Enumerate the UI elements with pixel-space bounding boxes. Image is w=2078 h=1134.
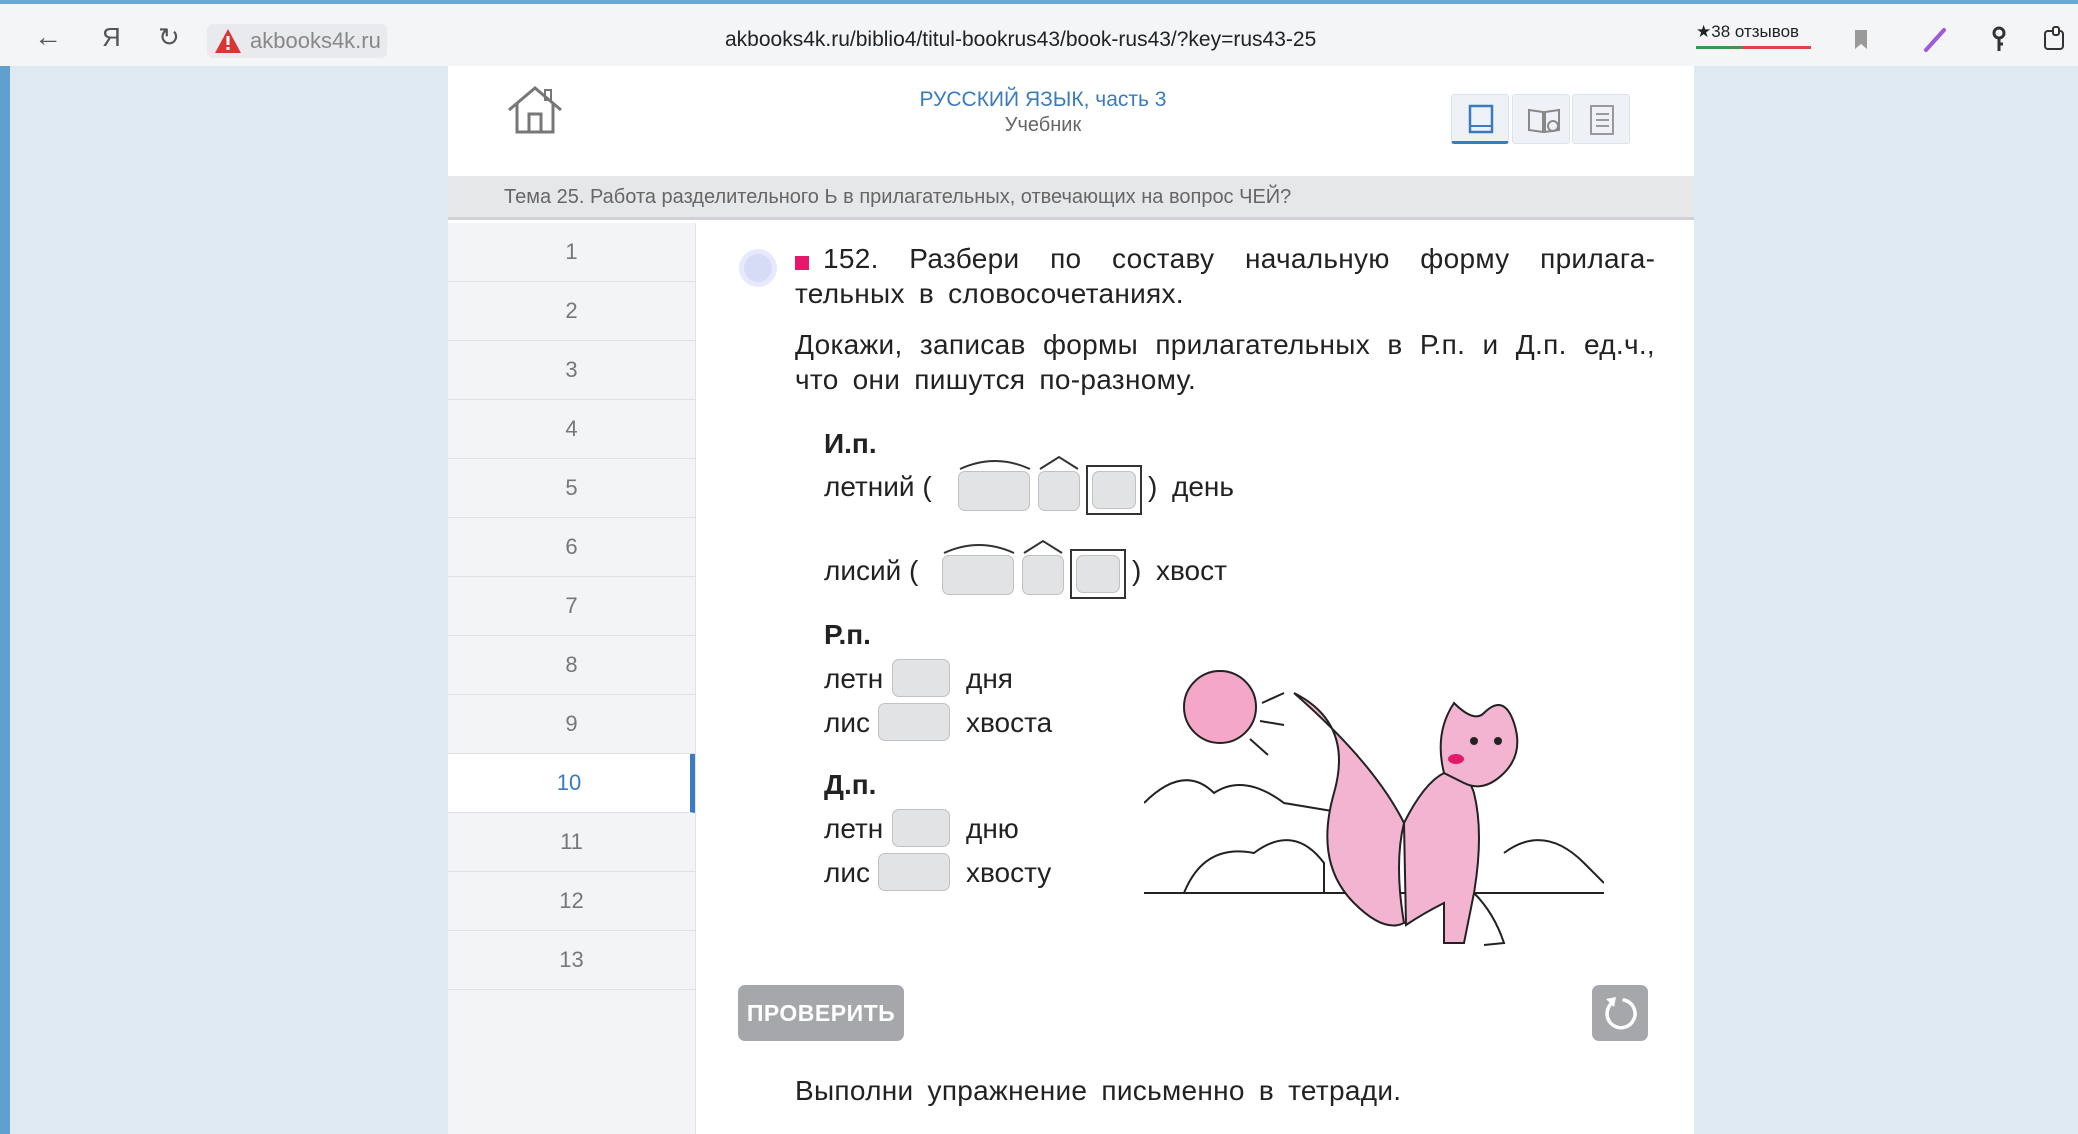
book-title-block: РУССКИЙ ЯЗЫК, часть 3 Учебник: [843, 88, 1243, 137]
completion-circle: [739, 249, 777, 287]
bookmark-icon[interactable]: [1846, 24, 1876, 54]
reviews-rating-bar: [1696, 46, 1811, 49]
gen-row2-noun: хвоста: [966, 707, 1053, 738]
nom-row1-word: летний (: [824, 471, 932, 502]
sidebar-item-1[interactable]: 1: [448, 223, 695, 282]
nom-row1-suffix-input[interactable]: [1038, 471, 1080, 511]
nom-row2-noun: хвост: [1156, 555, 1227, 586]
fox-illustration: [1144, 670, 1604, 946]
warning-icon: [215, 29, 241, 53]
reviews-badge[interactable]: ★38 отзывов: [1696, 22, 1799, 42]
nom-row2-close: ): [1132, 555, 1142, 586]
gen-row1-stem: летн: [824, 663, 884, 694]
sidebar-item-3[interactable]: 3: [448, 341, 695, 400]
sidebar-item-9[interactable]: 9: [448, 695, 695, 754]
nom-row2-word: лисий (: [824, 555, 919, 586]
dat-row2-noun: хвосту: [966, 857, 1052, 888]
site-name[interactable]: akbooks4k.ru: [250, 28, 381, 54]
sidebar-item-5[interactable]: 5: [448, 459, 695, 518]
exercise-sidebar: 1 2 3 4 5 6 7 8 9 10 11 12 13: [448, 223, 696, 1134]
root-arc-icon: [943, 544, 1015, 554]
nom-row2-root-input[interactable]: [942, 555, 1014, 595]
nom-row1-close: ): [1148, 471, 1158, 502]
extension-icon[interactable]: [2040, 24, 2070, 54]
task-text-1: 152. Разбери по составу начальную форму …: [795, 243, 1655, 309]
book-view-icon: [1528, 108, 1560, 134]
nominative-label: И.п.: [824, 428, 877, 459]
sidebar-item-6[interactable]: 6: [448, 518, 695, 577]
page-view-button[interactable]: [1451, 94, 1509, 144]
sidebar-item-13[interactable]: 13: [448, 931, 695, 990]
nom-row1-ending-input[interactable]: [1092, 471, 1136, 509]
check-button[interactable]: ПРОВЕРИТЬ: [738, 985, 904, 1041]
dat-row2-stem: лис: [824, 857, 870, 888]
gen-row1-ending-input[interactable]: [892, 659, 950, 697]
book-panel: РУССКИЙ ЯЗЫК, часть 3 Учебник Тема 25. Р…: [448, 66, 1694, 1134]
dat-row1-noun: дню: [966, 813, 1019, 844]
back-icon[interactable]: ←: [34, 22, 62, 52]
sidebar-item-4[interactable]: 4: [448, 400, 695, 459]
home-icon[interactable]: [505, 82, 565, 138]
page-view-icon: [1468, 104, 1494, 134]
genitive-label: Р.п.: [824, 619, 871, 650]
reset-icon: [1605, 997, 1637, 1030]
dat-row2-ending-input[interactable]: [878, 853, 950, 891]
gen-row1-noun: дня: [966, 663, 1013, 694]
dat-row1-stem: летн: [824, 813, 884, 844]
pen-icon[interactable]: [1920, 24, 1950, 54]
nom-row1-noun: день: [1172, 471, 1234, 502]
address-bar[interactable]: akbooks4k.ru/biblio4/titul-bookrus43/boo…: [725, 28, 1316, 52]
key-icon[interactable]: [1984, 24, 2014, 54]
topic-title: Тема 25. Работа разделительного Ь в прил…: [504, 186, 1292, 208]
suffix-mark-icon: [1039, 455, 1079, 470]
footer-instruction: Выполни упражнение письменно в тетради.: [795, 1075, 1402, 1106]
task-text-2: Докажи, записав формы прилагательных в Р…: [795, 329, 1655, 395]
contents-view-button[interactable]: [1572, 94, 1630, 144]
book-title[interactable]: РУССКИЙ ЯЗЫК, часть 3: [843, 88, 1243, 112]
dative-label: Д.п.: [824, 769, 877, 800]
left-edge: [0, 66, 10, 1134]
suffix-mark-icon: [1023, 539, 1063, 554]
reload-icon[interactable]: ↻: [158, 22, 180, 52]
sidebar-item-7[interactable]: 7: [448, 577, 695, 636]
contents-view-icon: [1590, 105, 1614, 135]
sidebar-item-11[interactable]: 11: [448, 813, 695, 872]
sidebar-item-8[interactable]: 8: [448, 636, 695, 695]
sidebar-item-2[interactable]: 2: [448, 282, 695, 341]
yandex-icon[interactable]: Я: [102, 22, 121, 52]
topic-bar: Тема 25. Работа разделительного Ь в прил…: [448, 176, 1694, 220]
sidebar-item-12[interactable]: 12: [448, 872, 695, 931]
book-subtitle: Учебник: [1004, 114, 1082, 136]
exercise-content: 152. Разбери по составу начальную форму …: [696, 223, 1694, 1134]
gen-row2-ending-input[interactable]: [878, 703, 950, 741]
sidebar-item-10[interactable]: 10: [448, 754, 695, 813]
root-arc-icon: [959, 460, 1031, 470]
gen-row2-stem: лис: [824, 707, 870, 738]
browser-toolbar: ← Я ↻ akbooks4k.ru akbooks4k.ru/biblio4/…: [0, 0, 2078, 66]
nom-row1-root-input[interactable]: [958, 471, 1030, 511]
dat-row1-ending-input[interactable]: [892, 809, 950, 847]
nom-row2-ending-input[interactable]: [1076, 555, 1120, 593]
nom-row2-suffix-input[interactable]: [1022, 555, 1064, 595]
book-view-button[interactable]: [1512, 94, 1570, 144]
reset-button[interactable]: [1592, 985, 1648, 1041]
